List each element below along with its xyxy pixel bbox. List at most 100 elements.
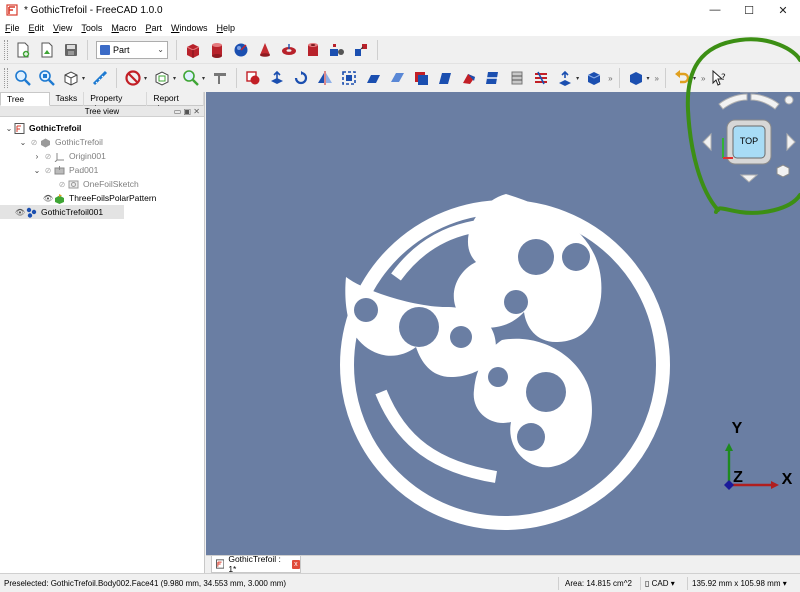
workbench-selector[interactable]: Part ⌄ [96, 40, 168, 59]
eye-hidden-icon[interactable]: ⊘ [42, 166, 54, 175]
new-document-icon [17, 42, 30, 57]
panel-controls[interactable]: ▭ ▣ ✕ [174, 106, 200, 117]
undo-button[interactable] [671, 67, 693, 89]
tree-item[interactable]: ⌄ ⊘ GothicTrefoil [0, 135, 103, 149]
whats-this-button[interactable]: ? [708, 67, 730, 89]
fit-all-button[interactable] [12, 67, 34, 89]
chevron-down-icon[interactable]: ▾ [647, 75, 650, 82]
tree-item[interactable]: › ⊘ Origin001 [0, 149, 106, 163]
std-view-box-button[interactable] [625, 67, 647, 89]
part-box-button[interactable] [182, 39, 204, 61]
standard-views-button[interactable] [60, 67, 82, 89]
chevron-down-icon[interactable]: ⌄ [32, 166, 42, 175]
gothic-trefoil-model[interactable] [340, 194, 670, 530]
part-tools-button[interactable] [583, 67, 605, 89]
part-cylinder-button[interactable] [206, 39, 228, 61]
tree-item[interactable]: 👁 GothicTrefoil001 [0, 205, 124, 219]
tree-item[interactable]: ⌄ GothicTrefoil [0, 121, 81, 135]
tab-report-view[interactable]: Report view [147, 92, 204, 113]
part-sphere-button[interactable] [230, 39, 252, 61]
menu-windows[interactable]: Windows [166, 23, 212, 33]
new-document-button[interactable] [12, 39, 34, 61]
more-tools-icon[interactable]: » [655, 74, 659, 83]
pad-icon [54, 165, 66, 176]
mirror-button[interactable] [314, 67, 336, 89]
view-dimensions-selector[interactable]: 135.92 mm x 105.98 mm ▾ [692, 579, 787, 588]
3d-viewport[interactable]: TOP Y Z X [206, 92, 800, 555]
tab-tasks[interactable]: Tasks [50, 92, 85, 106]
fit-selection-button[interactable] [36, 67, 58, 89]
chevron-right-icon[interactable]: › [32, 152, 42, 161]
menu-tools[interactable]: Tools [76, 23, 106, 33]
chevron-down-icon[interactable]: ▾ [173, 75, 176, 82]
more-tools-icon[interactable]: » [701, 74, 705, 83]
eye-icon[interactable]: 👁 [42, 194, 54, 203]
boolean-button[interactable] [242, 67, 264, 89]
sweep-button[interactable] [458, 67, 480, 89]
ruled-surface-button[interactable] [410, 67, 432, 89]
save-document-button[interactable] [60, 39, 82, 61]
part-tube-button[interactable] [302, 39, 324, 61]
close-button[interactable]: ✕ [766, 0, 800, 20]
menu-view[interactable]: View [48, 23, 76, 33]
mirror-icon [318, 71, 333, 85]
chevron-down-icon[interactable]: ▾ [144, 75, 147, 82]
eye-hidden-icon[interactable]: ⊘ [28, 138, 40, 147]
part-torus-button[interactable] [278, 39, 300, 61]
tree-item[interactable]: ⊘ OneFoilSketch [0, 177, 139, 191]
solid-cube-icon [587, 72, 601, 85]
fillet-button[interactable] [338, 67, 360, 89]
status-message: Preselected: GothicTrefoil.Body002.Face4… [4, 578, 287, 588]
caliper-button[interactable] [209, 67, 231, 89]
chevron-down-icon[interactable]: ⌄ [18, 138, 28, 147]
menu-macro[interactable]: Macro [106, 23, 140, 33]
menu-help[interactable]: Help [211, 23, 239, 33]
part-shape-builder-button[interactable] [350, 39, 372, 61]
cross-sections-button[interactable] [506, 67, 528, 89]
more-tools-icon[interactable]: » [608, 74, 612, 83]
part-primitives-button[interactable] [326, 39, 348, 61]
minimize-button[interactable]: — [698, 0, 732, 20]
tree-view-header-label: Tree view [84, 107, 120, 116]
status-area: Area: 14.815 cm^2 [565, 578, 632, 588]
chevron-down-icon[interactable]: ▾ [202, 75, 205, 82]
document-icon [216, 559, 225, 569]
thickness-button[interactable] [554, 67, 576, 89]
menu-edit[interactable]: Edit [24, 23, 49, 33]
body2-icon [26, 207, 38, 218]
tab-tree-view[interactable]: Tree view [0, 92, 50, 114]
measure-button[interactable] [89, 67, 111, 89]
tree-item[interactable]: 👁 ThreeFoilsPolarPattern [0, 191, 156, 205]
chevron-down-icon[interactable]: ▾ [82, 75, 85, 82]
offset-button[interactable] [530, 67, 552, 89]
extrude-button[interactable] [266, 67, 288, 89]
loft-button[interactable] [434, 67, 456, 89]
eye-hidden-icon[interactable]: ⊘ [56, 180, 68, 189]
toolbar-grip-2[interactable] [4, 68, 8, 88]
zoom-button[interactable] [180, 67, 202, 89]
menu-file[interactable]: File [0, 23, 24, 33]
tab-property-view[interactable]: Property view [84, 92, 148, 113]
bounding-box-button[interactable] [151, 67, 173, 89]
close-tab-icon[interactable]: x [291, 559, 300, 569]
menu-part[interactable]: Part [140, 23, 166, 33]
revolve-button[interactable] [290, 67, 312, 89]
maximize-button[interactable]: ☐ [732, 0, 766, 20]
chevron-down-icon[interactable]: ⌄ [4, 124, 14, 133]
navcube-face-label[interactable]: TOP [740, 136, 758, 146]
part-cone-button[interactable] [254, 39, 276, 61]
eye-icon[interactable]: 👁 [14, 208, 26, 217]
open-document-button[interactable] [36, 39, 58, 61]
navigation-style-selector[interactable]: ▯ CAD ▾ [645, 579, 675, 588]
chamfer-button[interactable] [362, 67, 384, 89]
eye-hidden-icon[interactable]: ⊘ [42, 152, 54, 161]
chevron-down-icon[interactable]: ▾ [693, 75, 696, 82]
make-face-button[interactable] [386, 67, 408, 89]
section-button[interactable] [482, 67, 504, 89]
tree-item[interactable]: ⌄ ⊘ Pad001 [0, 163, 99, 177]
draw-style-button[interactable] [122, 67, 144, 89]
chevron-down-icon[interactable]: ▾ [576, 75, 579, 82]
document-tab[interactable]: GothicTrefoil : 1* x [211, 554, 301, 574]
toolbar-grip[interactable] [4, 39, 8, 60]
open-document-icon [41, 42, 53, 57]
